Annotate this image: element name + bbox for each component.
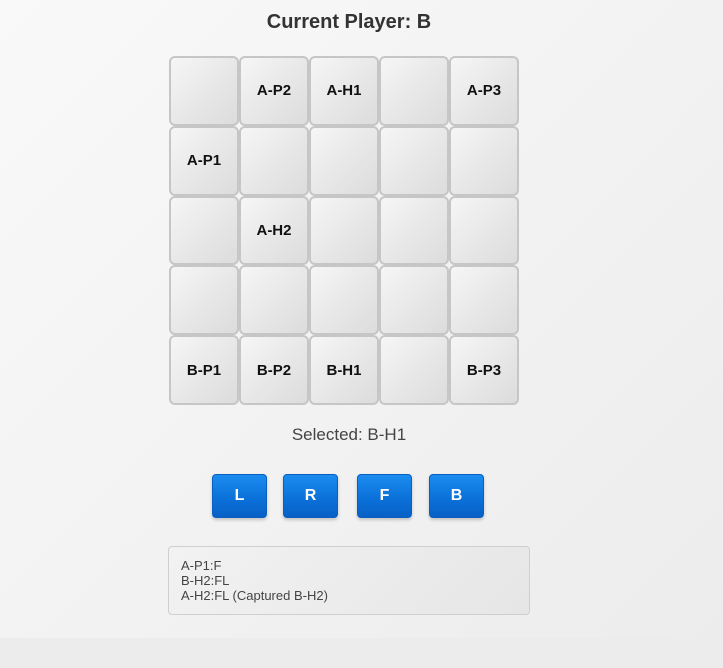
page-bottom-band: [0, 638, 723, 668]
board-cell-r4-c2[interactable]: B-H1: [309, 335, 379, 405]
board-cell-r4-c3[interactable]: [379, 335, 449, 405]
board-cell-r2-c2[interactable]: [309, 195, 379, 266]
move-log-entry: A-P1:F: [181, 558, 222, 573]
board-cell-r4-c4[interactable]: B-P3: [449, 335, 519, 405]
board-cell-r1-c1[interactable]: [239, 125, 309, 196]
move-forward-button[interactable]: F: [357, 474, 412, 518]
board-cell-r0-c4[interactable]: A-P3: [449, 56, 519, 126]
board-cell-r0-c1[interactable]: A-P2: [239, 56, 309, 126]
selected-piece-label: Selected: B-H1: [291, 425, 407, 444]
move-back-button[interactable]: B: [429, 474, 484, 518]
board-cell-r1-c4[interactable]: [449, 125, 519, 196]
board-cell-r2-c1[interactable]: A-H2: [239, 195, 309, 266]
board-cell-r2-c3[interactable]: [379, 195, 449, 266]
move-log-entry: B-H2:FL: [181, 573, 230, 588]
move-controls: L R F B: [212, 474, 486, 518]
board-cell-r4-c1[interactable]: B-P2: [239, 335, 309, 405]
move-log: A-P1:F B-H2:FL A-H2:FL (Captured B-H2): [168, 546, 530, 615]
board-cell-r0-c3[interactable]: [379, 56, 449, 126]
board-cell-r2-c0[interactable]: [169, 195, 239, 266]
game-board: A-P2 A-H1 A-P3 A-P1 A-H2 B-P1 B-P2 B-H1 …: [169, 56, 519, 405]
board-cell-r3-c1[interactable]: [239, 265, 309, 336]
board-cell-r0-c2[interactable]: A-H1: [309, 56, 379, 126]
board-cell-r4-c0[interactable]: B-P1: [169, 335, 239, 405]
board-cell-r3-c0[interactable]: [169, 265, 239, 336]
board-cell-r2-c4[interactable]: [449, 195, 519, 266]
move-right-button[interactable]: R: [283, 474, 338, 518]
board-cell-r1-c3[interactable]: [379, 125, 449, 196]
move-left-button[interactable]: L: [212, 474, 267, 518]
board-cell-r3-c4[interactable]: [449, 265, 519, 336]
board-cell-r1-c2[interactable]: [309, 125, 379, 196]
board-cell-r3-c3[interactable]: [379, 265, 449, 336]
current-player-title: Current Player: B: [266, 11, 432, 33]
move-log-entry: A-H2:FL (Captured B-H2): [181, 588, 328, 603]
board-cell-r3-c2[interactable]: [309, 265, 379, 336]
board-cell-r0-c0[interactable]: [169, 56, 239, 126]
board-cell-r1-c0[interactable]: A-P1: [169, 125, 239, 196]
